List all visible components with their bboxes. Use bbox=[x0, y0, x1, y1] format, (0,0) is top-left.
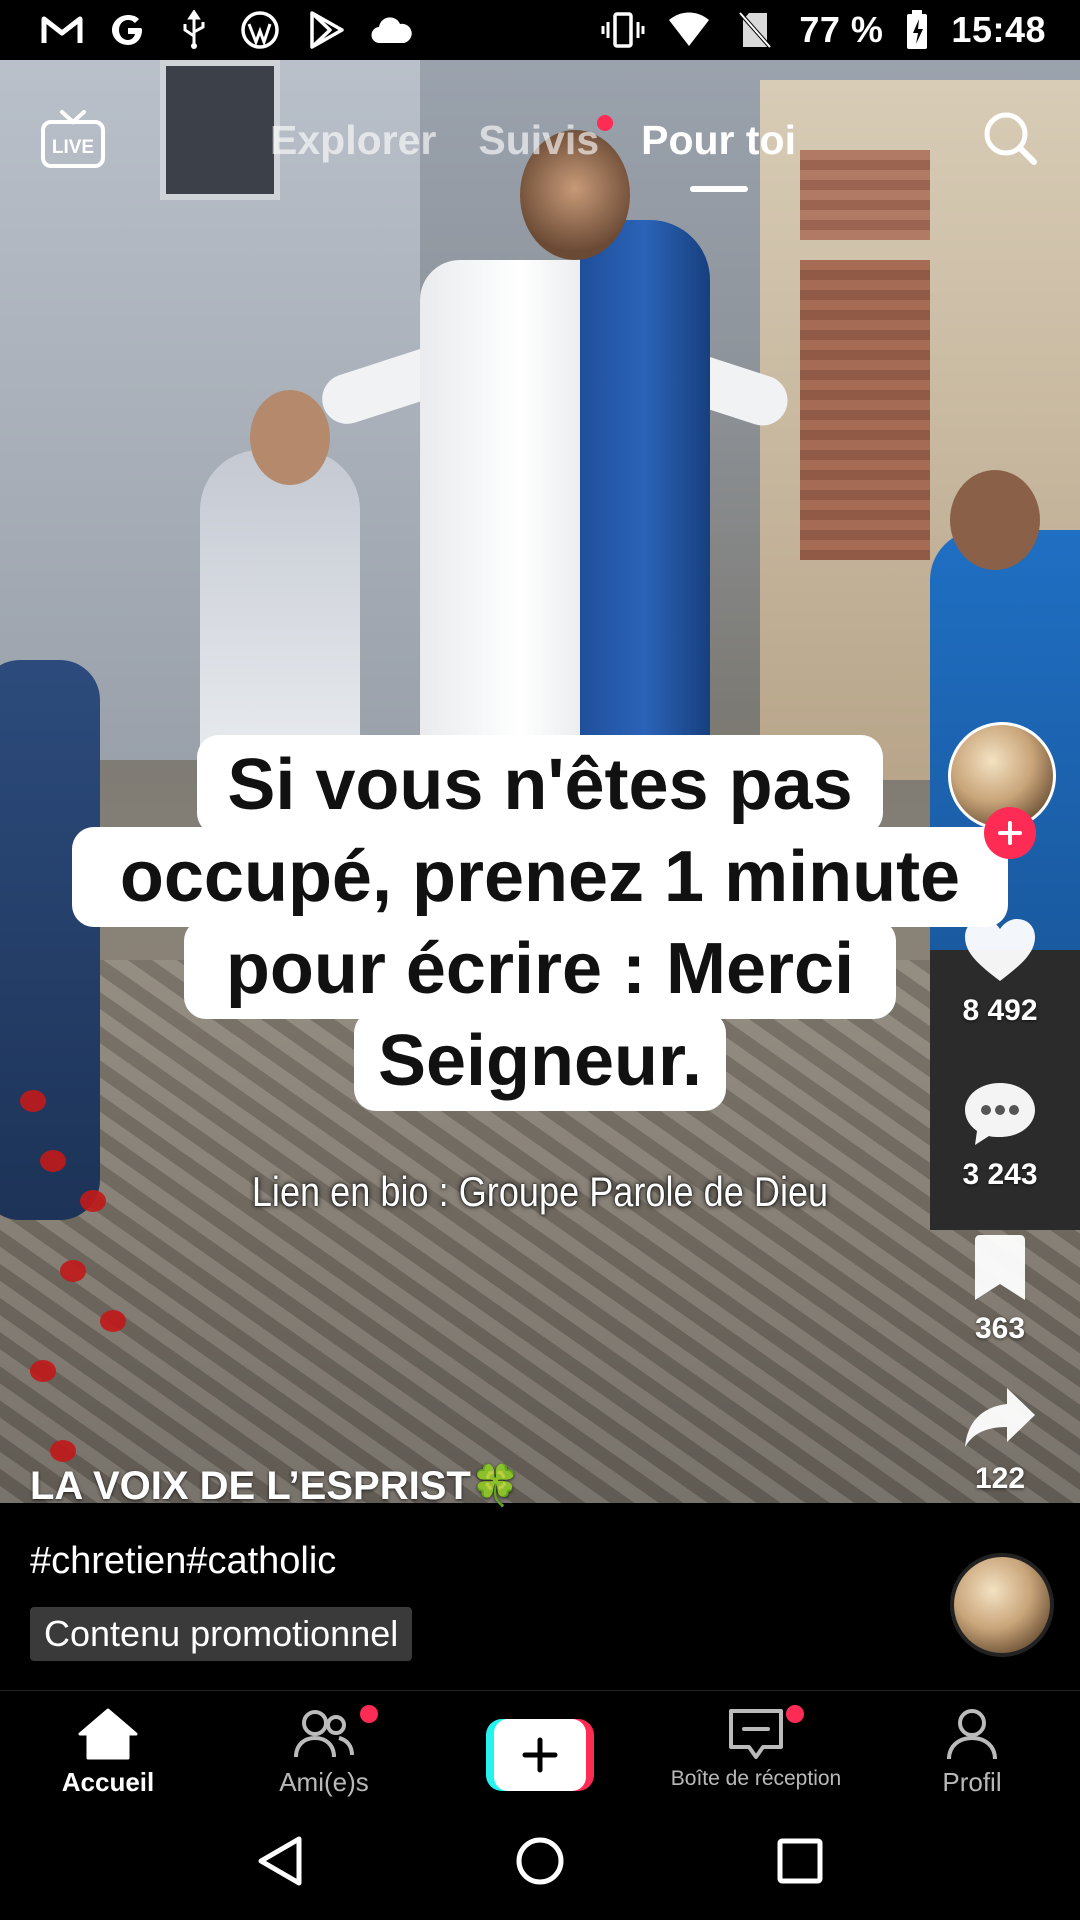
promo-badge[interactable]: Contenu promotionnel bbox=[30, 1607, 413, 1661]
wifi-icon bbox=[667, 8, 711, 52]
system-nav-bar bbox=[0, 1801, 1080, 1920]
battery-percent: 77 % bbox=[799, 9, 884, 50]
video-scene-shutter bbox=[800, 260, 930, 560]
author-name-text: LA VOIX DE L’ESPRIST bbox=[30, 1464, 471, 1508]
bottom-nav: Accueil Ami(e)s Boîte de réception Profi… bbox=[0, 1691, 1080, 1801]
wordpress-icon bbox=[238, 8, 282, 52]
petal bbox=[40, 1150, 66, 1172]
tab-label: Suivis bbox=[478, 116, 600, 163]
music-disc[interactable] bbox=[950, 1553, 1054, 1657]
active-tab-indicator bbox=[689, 185, 748, 192]
search-button[interactable] bbox=[980, 108, 1040, 168]
tab-pour-toi[interactable]: Pour toi bbox=[641, 116, 796, 192]
caption-line: Si vous n'êtes pas bbox=[197, 735, 883, 835]
create-button[interactable] bbox=[486, 1719, 594, 1791]
plus-icon bbox=[522, 1737, 558, 1773]
bookmark-icon bbox=[940, 1228, 1060, 1308]
notification-dot bbox=[786, 1705, 804, 1723]
usb-icon bbox=[172, 8, 216, 52]
follow-button[interactable] bbox=[984, 807, 1036, 859]
post-description[interactable]: #chretien#catholic bbox=[30, 1540, 336, 1583]
nav-label: Profil bbox=[942, 1767, 1002, 1797]
nav-home[interactable]: Accueil bbox=[0, 1691, 216, 1801]
back-button[interactable] bbox=[245, 1826, 315, 1896]
comment-count: 3 243 bbox=[962, 1158, 1038, 1191]
petal bbox=[20, 1090, 46, 1112]
notification-dot bbox=[597, 114, 614, 131]
tab-label: Explorer bbox=[270, 116, 437, 163]
caption-line: pour écrire : Merci bbox=[184, 919, 896, 1019]
nav-label: Boîte de réception bbox=[670, 1767, 842, 1790]
author-name[interactable]: LA VOIX DE L’ESPRIST🍀 bbox=[30, 1462, 521, 1509]
home-button[interactable] bbox=[505, 1826, 575, 1896]
feed-tabs: Explorer Suivis Pour toi bbox=[270, 90, 796, 192]
video-subcaption: Lien en bio : Groupe Parole de Dieu bbox=[251, 1168, 829, 1215]
save-count: 363 bbox=[974, 1312, 1026, 1345]
recents-button[interactable] bbox=[765, 1826, 835, 1896]
nav-create[interactable] bbox=[432, 1691, 648, 1801]
comment-button[interactable]: 3 243 bbox=[940, 1074, 1060, 1192]
live-tv-icon: LIVE bbox=[41, 110, 105, 168]
petal bbox=[50, 1440, 76, 1462]
friends-icon bbox=[294, 1710, 354, 1758]
nav-profile[interactable]: Profil bbox=[864, 1691, 1080, 1801]
vibrate-icon bbox=[601, 8, 645, 52]
tab-explorer[interactable]: Explorer bbox=[270, 117, 436, 164]
video-scene-person-head bbox=[950, 470, 1040, 570]
tab-label: Pour toi bbox=[641, 116, 796, 163]
status-left bbox=[40, 8, 414, 52]
tab-suivis[interactable]: Suivis bbox=[478, 114, 614, 164]
caption-line: occupé, prenez 1 minute bbox=[72, 827, 1008, 927]
search-icon bbox=[984, 112, 1037, 165]
nav-label: Ami(e)s bbox=[279, 1767, 369, 1797]
nav-inbox[interactable]: Boîte de réception bbox=[648, 1691, 864, 1801]
recents-square-icon bbox=[777, 1838, 823, 1883]
share-count: 122 bbox=[974, 1462, 1026, 1495]
petal bbox=[30, 1360, 56, 1382]
back-triangle-icon bbox=[258, 1836, 302, 1885]
petal bbox=[100, 1310, 126, 1332]
like-button[interactable]: 8 492 bbox=[940, 910, 1060, 1028]
home-circle-icon bbox=[516, 1837, 564, 1884]
clock: 15:48 bbox=[951, 9, 1046, 50]
petal bbox=[60, 1260, 86, 1282]
video-caption: occupé, prenez 1 minute Si vous n'êtes p… bbox=[72, 735, 1008, 1155]
create-button-face bbox=[494, 1719, 586, 1791]
svg-text:LIVE: LIVE bbox=[52, 137, 94, 158]
caption-line: Seigneur. bbox=[354, 1011, 726, 1111]
gmail-icon bbox=[40, 8, 84, 52]
video-scene-statue-cloak bbox=[580, 220, 710, 780]
no-sim-icon bbox=[733, 8, 777, 52]
clover-emoji: 🍀 bbox=[470, 1464, 521, 1508]
comment-bubble-icon bbox=[940, 1074, 1060, 1154]
live-button[interactable]: LIVE bbox=[40, 104, 106, 170]
top-nav: LIVE Explorer Suivis Pour toi bbox=[0, 90, 1080, 192]
status-right: 77 % 15:48 bbox=[601, 8, 1046, 52]
inbox-icon bbox=[729, 1709, 783, 1759]
share-button[interactable]: 122 bbox=[940, 1378, 1060, 1496]
creator-avatar-button[interactable] bbox=[948, 722, 1056, 859]
heart-icon bbox=[940, 910, 1060, 990]
status-bar: 77 % 15:48 bbox=[0, 0, 1080, 60]
nav-label: Accueil bbox=[61, 1767, 155, 1797]
google-icon bbox=[106, 8, 150, 52]
cloud-icon bbox=[370, 8, 414, 52]
plus-icon bbox=[998, 821, 1022, 845]
profile-icon bbox=[947, 1709, 997, 1760]
share-arrow-icon bbox=[940, 1378, 1060, 1458]
notification-dot bbox=[360, 1705, 378, 1723]
bookmark-button[interactable]: 363 bbox=[940, 1228, 1060, 1346]
play-store-icon bbox=[304, 8, 348, 52]
like-count: 8 492 bbox=[962, 994, 1038, 1027]
video-scene-priest-head bbox=[250, 390, 330, 485]
home-icon bbox=[78, 1708, 138, 1760]
battery-charging-icon bbox=[905, 8, 929, 52]
nav-friends[interactable]: Ami(e)s bbox=[216, 1691, 432, 1801]
